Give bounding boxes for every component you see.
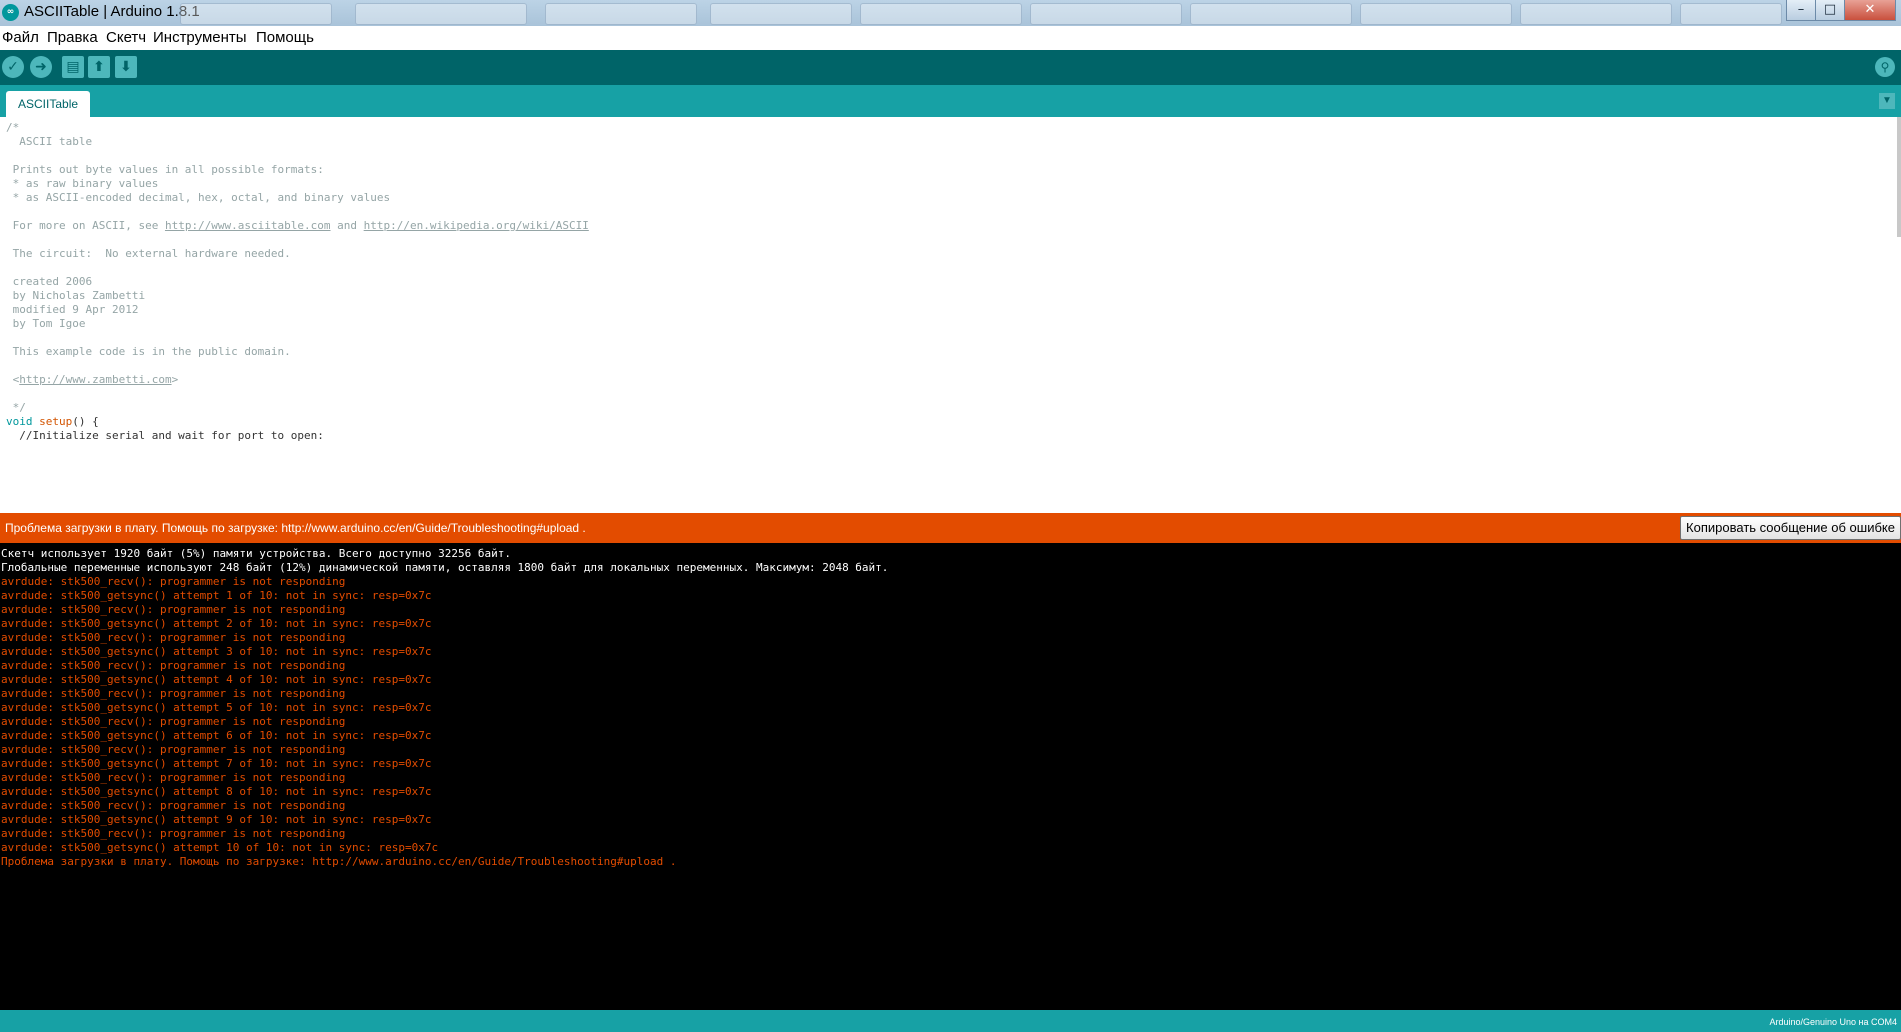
arrow-down-icon: ⬇ xyxy=(120,59,132,75)
background-window-tab[interactable] xyxy=(860,3,1022,25)
background-window-tab[interactable] xyxy=(1680,3,1782,25)
open-sketch-button[interactable]: ⬆ xyxy=(88,56,110,78)
code-line: by Tom Igoe xyxy=(6,317,86,330)
background-window-tab[interactable] xyxy=(1520,3,1672,25)
menu-tools[interactable]: Инструменты xyxy=(153,29,247,46)
console-line: avrdude: stk500_recv(): programmer is no… xyxy=(1,575,346,588)
console-line: avrdude: stk500_recv(): programmer is no… xyxy=(1,659,346,672)
console-line: avrdude: stk500_getsync() attempt 9 of 1… xyxy=(1,813,432,826)
keyword-void: void xyxy=(6,415,33,428)
new-file-icon: ▤ xyxy=(66,59,80,75)
save-sketch-button[interactable]: ⬇ xyxy=(115,56,137,78)
console-line: avrdude: stk500_getsync() attempt 3 of 1… xyxy=(1,645,432,658)
menu-edit[interactable]: Правка xyxy=(47,29,98,46)
code-line: by Nicholas Zambetti xyxy=(6,289,146,302)
console-line: avrdude: stk500_getsync() attempt 4 of 1… xyxy=(1,673,432,686)
board-port-label: Arduino/Genuino Uno на COM4 xyxy=(1769,1017,1897,1027)
code-line: The circuit: No external hardware needed… xyxy=(6,247,291,260)
console-line: avrdude: stk500_recv(): programmer is no… xyxy=(1,827,346,840)
code-line: */ xyxy=(6,401,26,414)
arrow-up-icon: ⬆ xyxy=(93,59,105,75)
code-line: created 2006 xyxy=(6,275,93,288)
bottom-status-bar: Arduino/Genuino Uno на COM4 xyxy=(0,1010,1901,1032)
console-line: avrdude: stk500_getsync() attempt 6 of 1… xyxy=(1,729,432,742)
upload-button[interactable]: ➜ xyxy=(30,56,52,78)
code-line: modified 9 Apr 2012 xyxy=(6,303,139,316)
console-line: avrdude: stk500_recv(): programmer is no… xyxy=(1,687,346,700)
console-line: Скетч использует 1920 байт (5%) памяти у… xyxy=(1,547,511,560)
tab-asciitable[interactable]: ASCIITable xyxy=(6,91,91,117)
background-window-tab[interactable] xyxy=(710,3,852,25)
code-text: > xyxy=(171,373,179,386)
console-line: Глобальные переменные используют 248 бай… xyxy=(1,561,889,574)
window-title-bar: ∞ ASCIITable | Arduino 1.8.1 – □ ✕ xyxy=(0,0,1901,27)
menu-bar: Файл Правка Скетч Инструменты Помощь xyxy=(0,26,1901,50)
magnifier-icon: ⚲ xyxy=(1880,60,1890,74)
console-line: avrdude: stk500_getsync() attempt 5 of 1… xyxy=(1,701,432,714)
console-line: avrdude: stk500_recv(): programmer is no… xyxy=(1,743,346,756)
background-window-tab[interactable] xyxy=(1030,3,1182,25)
tab-menu-chevron-down-icon[interactable]: ▼ xyxy=(1879,93,1895,109)
code-line: This example code is in the public domai… xyxy=(6,345,291,358)
code-line-setup: void setup() { xyxy=(6,415,99,428)
close-button[interactable]: ✕ xyxy=(1844,0,1896,21)
window-title: ASCIITable | Arduino 1.8.1 xyxy=(24,3,200,20)
wikipedia-link[interactable]: http://en.wikipedia.org/wiki/ASCII xyxy=(364,219,589,232)
console-line: avrdude: stk500_getsync() attempt 10 of … xyxy=(1,841,439,854)
console-line: avrdude: stk500_recv(): programmer is no… xyxy=(1,715,346,728)
background-window-tab[interactable] xyxy=(1360,3,1512,25)
checkmark-icon: ✓ xyxy=(7,59,19,75)
verify-button[interactable]: ✓ xyxy=(2,56,24,78)
editor-scrollbar[interactable] xyxy=(1897,117,1901,237)
menu-file[interactable]: Файл xyxy=(2,29,39,46)
background-window-tab[interactable] xyxy=(180,3,332,25)
console-line: avrdude: stk500_getsync() attempt 8 of 1… xyxy=(1,785,432,798)
code-text: < xyxy=(6,373,20,386)
error-message: Проблема загрузки в плату. Помощь по заг… xyxy=(5,521,586,535)
console-line: avrdude: stk500_recv(): programmer is no… xyxy=(1,631,346,644)
code-text: () { xyxy=(72,415,99,428)
zambetti-link[interactable]: http://www.zambetti.com xyxy=(19,373,171,386)
copy-error-button[interactable]: Копировать сообщение об ошибке xyxy=(1680,516,1901,540)
new-sketch-button[interactable]: ▤ xyxy=(62,56,84,78)
minimize-button[interactable]: – xyxy=(1786,0,1816,21)
code-line-url: <http://www.zambetti.com> xyxy=(6,373,179,386)
menu-help[interactable]: Помощь xyxy=(256,29,314,46)
code-line: * as raw binary values xyxy=(6,177,159,190)
tab-bar: ASCIITable ▼ xyxy=(0,85,1901,117)
code-line: * as ASCII-encoded decimal, hex, octal, … xyxy=(6,191,391,204)
code-editor[interactable]: /* ASCII table Prints out byte values in… xyxy=(0,117,1901,507)
arduino-logo-icon: ∞ xyxy=(2,4,19,21)
console-line: avrdude: stk500_getsync() attempt 1 of 1… xyxy=(1,589,432,602)
error-status-bar: Проблема загрузки в плату. Помощь по заг… xyxy=(0,513,1901,543)
console-line: avrdude: stk500_getsync() attempt 7 of 1… xyxy=(1,757,432,770)
code-line: /* xyxy=(6,121,20,134)
code-line: ASCII table xyxy=(6,135,93,148)
serial-monitor-button[interactable]: ⚲ xyxy=(1875,57,1895,77)
code-line-links: For more on ASCII, see http://www.asciit… xyxy=(6,219,589,232)
menu-sketch[interactable]: Скетч xyxy=(106,29,146,46)
background-window-tab[interactable] xyxy=(355,3,527,25)
console-line: avrdude: stk500_recv(): programmer is no… xyxy=(1,603,346,616)
function-setup: setup xyxy=(39,415,73,428)
background-window-tab[interactable] xyxy=(545,3,697,25)
code-text: and xyxy=(330,219,364,232)
background-window-tab[interactable] xyxy=(1190,3,1352,25)
console-line: Проблема загрузки в плату. Помощь по заг… xyxy=(1,855,677,868)
console-line: avrdude: stk500_recv(): programmer is no… xyxy=(1,771,346,784)
console-line: avrdude: stk500_getsync() attempt 2 of 1… xyxy=(1,617,432,630)
toolbar: ✓ ➜ ▤ ⬆ ⬇ ⚲ xyxy=(0,50,1901,85)
console-output[interactable]: Скетч использует 1920 байт (5%) памяти у… xyxy=(0,543,1901,1010)
console-line: avrdude: stk500_recv(): programmer is no… xyxy=(1,799,346,812)
code-line: //Initialize serial and wait for port to… xyxy=(6,429,324,442)
asciitable-link[interactable]: http://www.asciitable.com xyxy=(165,219,331,232)
maximize-button[interactable]: □ xyxy=(1815,0,1845,21)
code-text: For more on ASCII, see xyxy=(6,219,165,232)
arrow-right-icon: ➜ xyxy=(35,59,47,75)
code-line: Prints out byte values in all possible f… xyxy=(6,163,324,176)
